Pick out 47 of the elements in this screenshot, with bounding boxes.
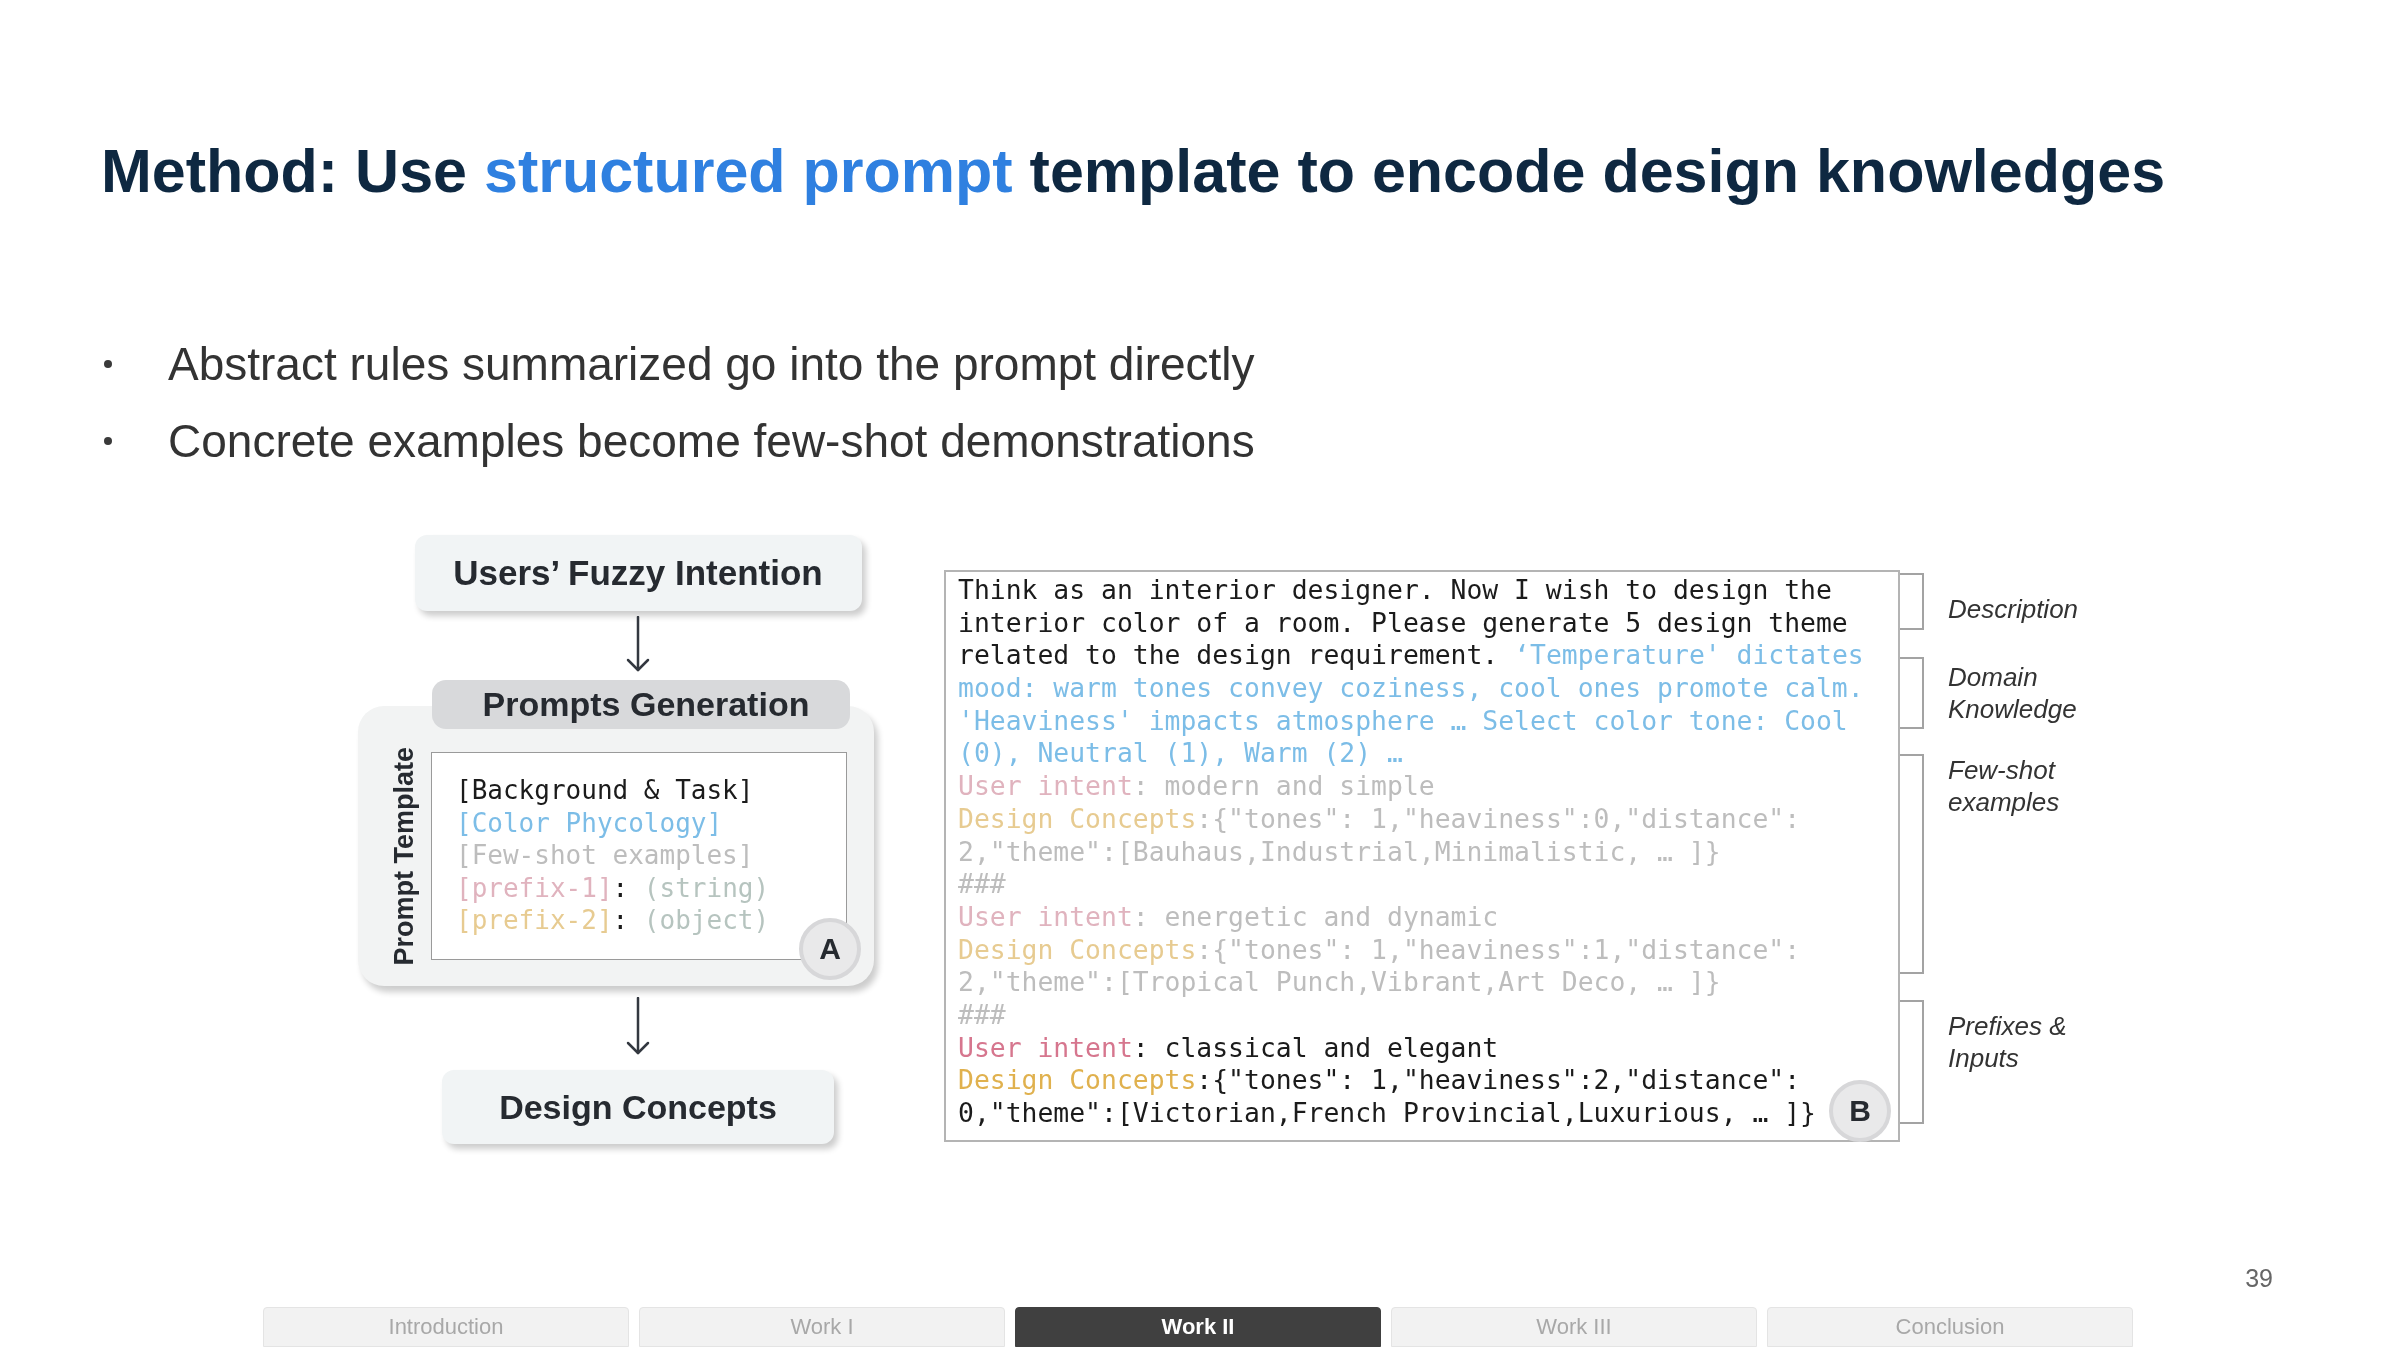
nav-tab[interactable]: Work I (639, 1307, 1005, 1347)
nav-tab[interactable]: Work II (1015, 1307, 1381, 1347)
prompt-line: User intent: classical and elegant (958, 1031, 1499, 1065)
bullet-text: Abstract rules summarized go into the prompt directly (168, 336, 1255, 391)
template-line: [prefix-2]: (object) (456, 904, 771, 937)
nav-tab[interactable]: Conclusion (1767, 1307, 2133, 1347)
bullet-icon (104, 436, 112, 445)
prompt-line: related to the design requirement. ‘Temperature' dictates (958, 639, 1864, 673)
section-header: Prompts Generation (432, 680, 850, 729)
prompt-line: interior color of a room. Please generate 5 design theme (958, 606, 1848, 640)
prompt-line: User intent: modern and simple (958, 770, 1435, 803)
bullet-icon (104, 359, 112, 368)
bracket-label: Few-shot examples (1948, 754, 2061, 818)
prompt-line: Design Concepts:{"tones": 1,"heaviness":1,"distance": (958, 933, 1801, 967)
prompt-line: (0), Neutral (1), Warm (2) … (958, 737, 1403, 771)
slide-title: Method: Use structured prompt template to encode design knowledges (101, 136, 2166, 207)
prompt-line: 'Heaviness' impacts atmosphere … Select color tone: Cool (958, 704, 1848, 738)
bullet-text: Concrete examples become few-shot demonstrations (168, 413, 1255, 468)
prompt-line: ### (958, 868, 1006, 901)
down-arrow (626, 997, 650, 1055)
prompt-line: mood: warm tones convey coziness, cool ones promote calm. (958, 672, 1864, 705)
prompt-line: 0,"theme":[Victorian,French Provincial,Luxurious, … ]} (958, 1097, 1816, 1130)
panel-marker: B (1829, 1080, 1891, 1142)
flow-node: Design Concepts (442, 1070, 834, 1144)
page-number: 39 (2245, 1263, 2273, 1293)
flow-node: Users’ Fuzzy Intention (414, 535, 862, 611)
prompt-line: Think as an interior designer. Now I wish to design the (958, 574, 1832, 607)
nav-tab[interactable]: Introduction (263, 1307, 629, 1347)
template-line: [Few-shot examples] (456, 839, 755, 872)
template-line: [prefix-1]: (string) (456, 871, 771, 904)
bracket (1900, 657, 1924, 729)
prompt-line: Design Concepts:{"tones": 1,"heaviness":2,"distance": (958, 1064, 1801, 1097)
side-label: Prompt Template (389, 746, 420, 966)
template-line: [Background & Task] (456, 774, 755, 807)
bracket-label: Domain Knowledge (1948, 661, 2078, 725)
prompt-line: ### (958, 998, 1006, 1032)
template-line: [Color Phycology] (456, 806, 724, 839)
prompt-line: 2,"theme":[Tropical Punch,Vibrant,Art Deco, … ]} (958, 966, 1721, 999)
panel-marker: A (799, 918, 861, 980)
prompt-line: User intent: energetic and dynamic (958, 900, 1499, 934)
bracket (1900, 573, 1924, 630)
prompt-line: Design Concepts:{"tones": 1,"heaviness":0,"distance": (958, 802, 1801, 836)
down-arrow (626, 616, 650, 672)
bracket-label: Description (1948, 593, 2080, 625)
bracket-label: Prefixes & Inputs (1948, 1010, 2068, 1074)
nav-tab[interactable]: Work III (1391, 1307, 1757, 1347)
prompt-line: 2,"theme":[Bauhaus,Industrial,Minimalistic, … ]} (958, 835, 1721, 869)
